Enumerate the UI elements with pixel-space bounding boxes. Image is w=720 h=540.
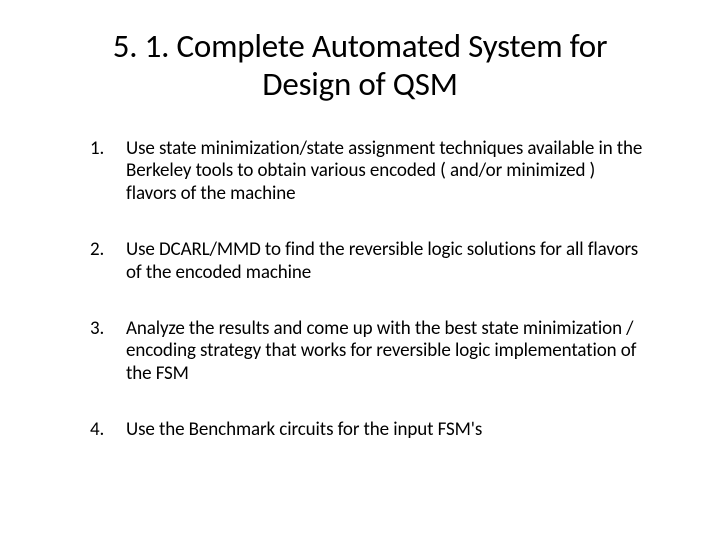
slide: 5. 1. Complete Automated System for Desi… xyxy=(0,0,720,540)
list-item: Analyze the results and come up with the… xyxy=(72,318,648,385)
slide-title: 5. 1. Complete Automated System for Desi… xyxy=(72,28,648,104)
ordered-list: Use state minimization/state assignment … xyxy=(72,138,648,442)
list-item: Use DCARL/MMD to find the reversible log… xyxy=(72,239,648,284)
list-item: Use state minimization/state assignment … xyxy=(72,138,648,205)
list-item: Use the Benchmark circuits for the input… xyxy=(72,419,648,441)
